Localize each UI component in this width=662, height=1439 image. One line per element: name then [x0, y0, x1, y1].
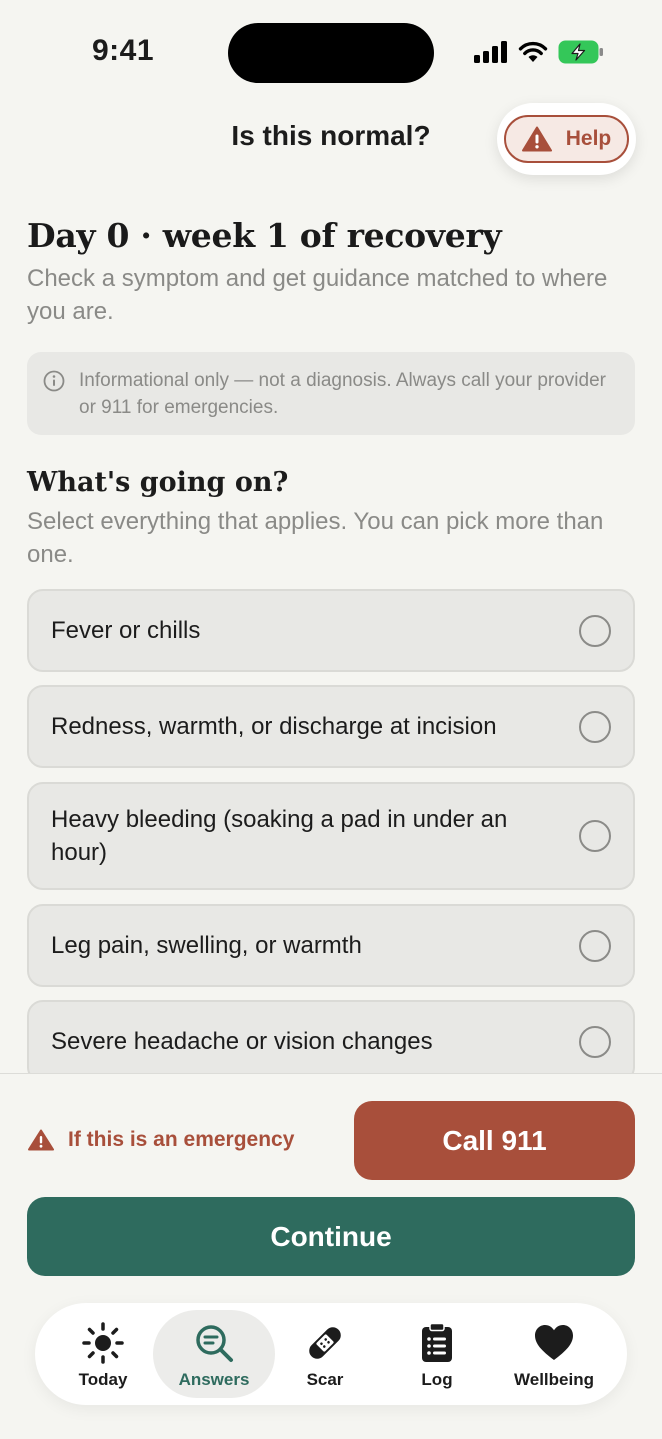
symptom-option-fever[interactable]: Fever or chills: [27, 589, 635, 672]
help-button-label: Help: [565, 127, 612, 150]
bottom-action-sheet: If this is an emergency Call 911 Continu…: [0, 1073, 662, 1439]
tab-label: Log: [421, 1370, 453, 1389]
emergency-notice: If this is an emergency: [28, 1128, 294, 1152]
battery-charging-icon: [558, 40, 603, 64]
call-911-button[interactable]: Call 911: [354, 1101, 635, 1180]
recovery-day-subtitle: Check a symptom and get guidance matched…: [27, 265, 608, 325]
tab-answers[interactable]: Answers: [153, 1310, 275, 1398]
dynamic-island: [228, 23, 434, 83]
symptoms-section-title: What's going on?: [27, 467, 289, 498]
tab-today[interactable]: Today: [53, 1310, 153, 1398]
symptom-option-label: Heavy bleeding (soaking a pad in under a…: [51, 806, 508, 866]
help-button-container: Help: [497, 103, 636, 175]
symptom-radio[interactable]: [579, 614, 611, 647]
symptom-radio[interactable]: [579, 710, 611, 743]
emergency-label: If this is an emergency: [68, 1128, 295, 1151]
search-answer-icon: [196, 1325, 233, 1362]
warning-icon: [28, 1129, 54, 1151]
info-disclaimer: Informational only — not a diagnosis. Al…: [27, 352, 635, 435]
symptom-option-label: Redness, warmth, or discharge at incisio…: [51, 713, 497, 740]
symptom-option-label: Severe headache or vision changes: [51, 1028, 433, 1055]
warning-icon: [521, 126, 552, 152]
tab-scar[interactable]: Scar: [275, 1310, 375, 1398]
heart-icon: [535, 1325, 573, 1360]
tab-label: Answers: [178, 1370, 250, 1389]
tab-wellbeing[interactable]: Wellbeing: [499, 1310, 609, 1398]
symptoms-section-subtitle: Select everything that applies. You can …: [27, 508, 604, 568]
symptom-list[interactable]: Fever or chills Redness, warmth, or disc…: [0, 589, 662, 1074]
help-button[interactable]: Help: [504, 115, 629, 163]
symptom-option-bleeding[interactable]: Heavy bleeding (soaking a pad in under a…: [27, 782, 635, 890]
symptom-radio[interactable]: [579, 1025, 611, 1058]
tab-label: Wellbeing: [514, 1370, 594, 1389]
sun-icon: [82, 1322, 124, 1364]
tab-bar: Today Answers Scar Log Wellbeing: [35, 1303, 627, 1405]
cellular-signal-icon: [474, 41, 507, 63]
bandage-icon: [309, 1327, 341, 1359]
symptom-radio[interactable]: [579, 820, 611, 852]
symptom-option-label: Fever or chills: [51, 617, 201, 644]
info-icon: [43, 370, 65, 392]
symptom-option-leg-pain[interactable]: Leg pain, swelling, or warmth: [27, 904, 635, 987]
tab-label: Scar: [306, 1370, 344, 1389]
clipboard-icon: [422, 1322, 452, 1362]
tab-label: Today: [78, 1370, 128, 1389]
recovery-day-title: Day 0 · week 1 of recovery: [27, 216, 502, 255]
symptom-option-incision[interactable]: Redness, warmth, or discharge at incisio…: [27, 685, 635, 768]
symptom-radio[interactable]: [579, 929, 611, 962]
tab-log[interactable]: Log: [387, 1310, 487, 1398]
status-icons: [474, 40, 604, 64]
symptom-option-label: Leg pain, swelling, or warmth: [51, 932, 362, 959]
info-disclaimer-text: Informational only — not a diagnosis. Al…: [79, 370, 606, 418]
continue-button[interactable]: Continue: [27, 1197, 635, 1276]
status-bar: 9:41: [0, 0, 662, 100]
wifi-icon: [518, 41, 548, 62]
symptom-option-headache[interactable]: Severe headache or vision changes: [27, 1000, 635, 1074]
status-time: 9:41: [92, 34, 155, 67]
